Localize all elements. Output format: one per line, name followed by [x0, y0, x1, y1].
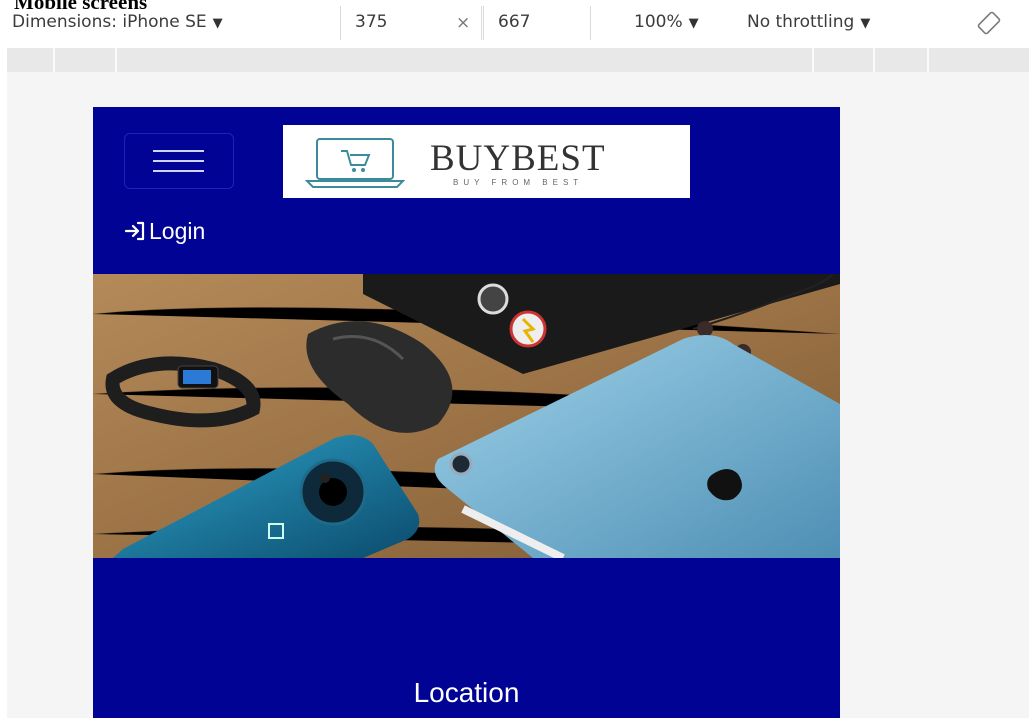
throttling-label: No throttling [747, 12, 855, 32]
login-link[interactable]: Login [124, 218, 205, 245]
ruler-divider [115, 48, 117, 72]
chevron-down-icon: ▼ [860, 16, 871, 31]
zoom-label: 100% [634, 12, 683, 32]
times-separator: × [456, 13, 471, 33]
hero-image [93, 274, 840, 558]
location-heading: Location [413, 677, 520, 708]
site-logo[interactable]: BUYBEST BUY FROM BEST [283, 125, 690, 198]
mobile-page: BUYBEST BUY FROM BEST Login Location [93, 107, 840, 718]
document-heading: Mobile screens [14, 0, 148, 14]
device-toolbar: Dimensions: iPhone SE ▼ 375 × 667 100% ▼ N… [0, 0, 1029, 46]
zoom-dropdown[interactable]: 100% ▼ [634, 12, 699, 32]
media-query-ruler[interactable] [7, 48, 1029, 72]
login-arrow-icon [124, 221, 145, 241]
menu-toggle-button[interactable] [124, 133, 234, 189]
width-value: 375 [355, 12, 388, 32]
ruler-divider [927, 48, 929, 72]
chevron-down-icon: ▼ [212, 16, 223, 31]
login-label: Login [149, 218, 206, 244]
dimensions-label: Dimensions: iPhone SE [12, 12, 207, 32]
logo-title: BUYBEST [430, 138, 606, 179]
ruler-divider [53, 48, 55, 72]
throttling-dropdown[interactable]: No throttling ▼ [747, 12, 870, 32]
ruler-divider [812, 48, 814, 72]
height-input[interactable]: 667 [483, 6, 591, 40]
height-value: 667 [498, 12, 531, 32]
ruler-divider [873, 48, 875, 72]
rotate-device-icon[interactable] [976, 10, 1002, 36]
laptop-cart-icon [305, 138, 405, 188]
dimensions-dropdown[interactable]: Dimensions: iPhone SE ▼ [12, 12, 223, 32]
logo-tagline: BUY FROM BEST [453, 178, 584, 187]
chevron-down-icon: ▼ [688, 16, 699, 31]
